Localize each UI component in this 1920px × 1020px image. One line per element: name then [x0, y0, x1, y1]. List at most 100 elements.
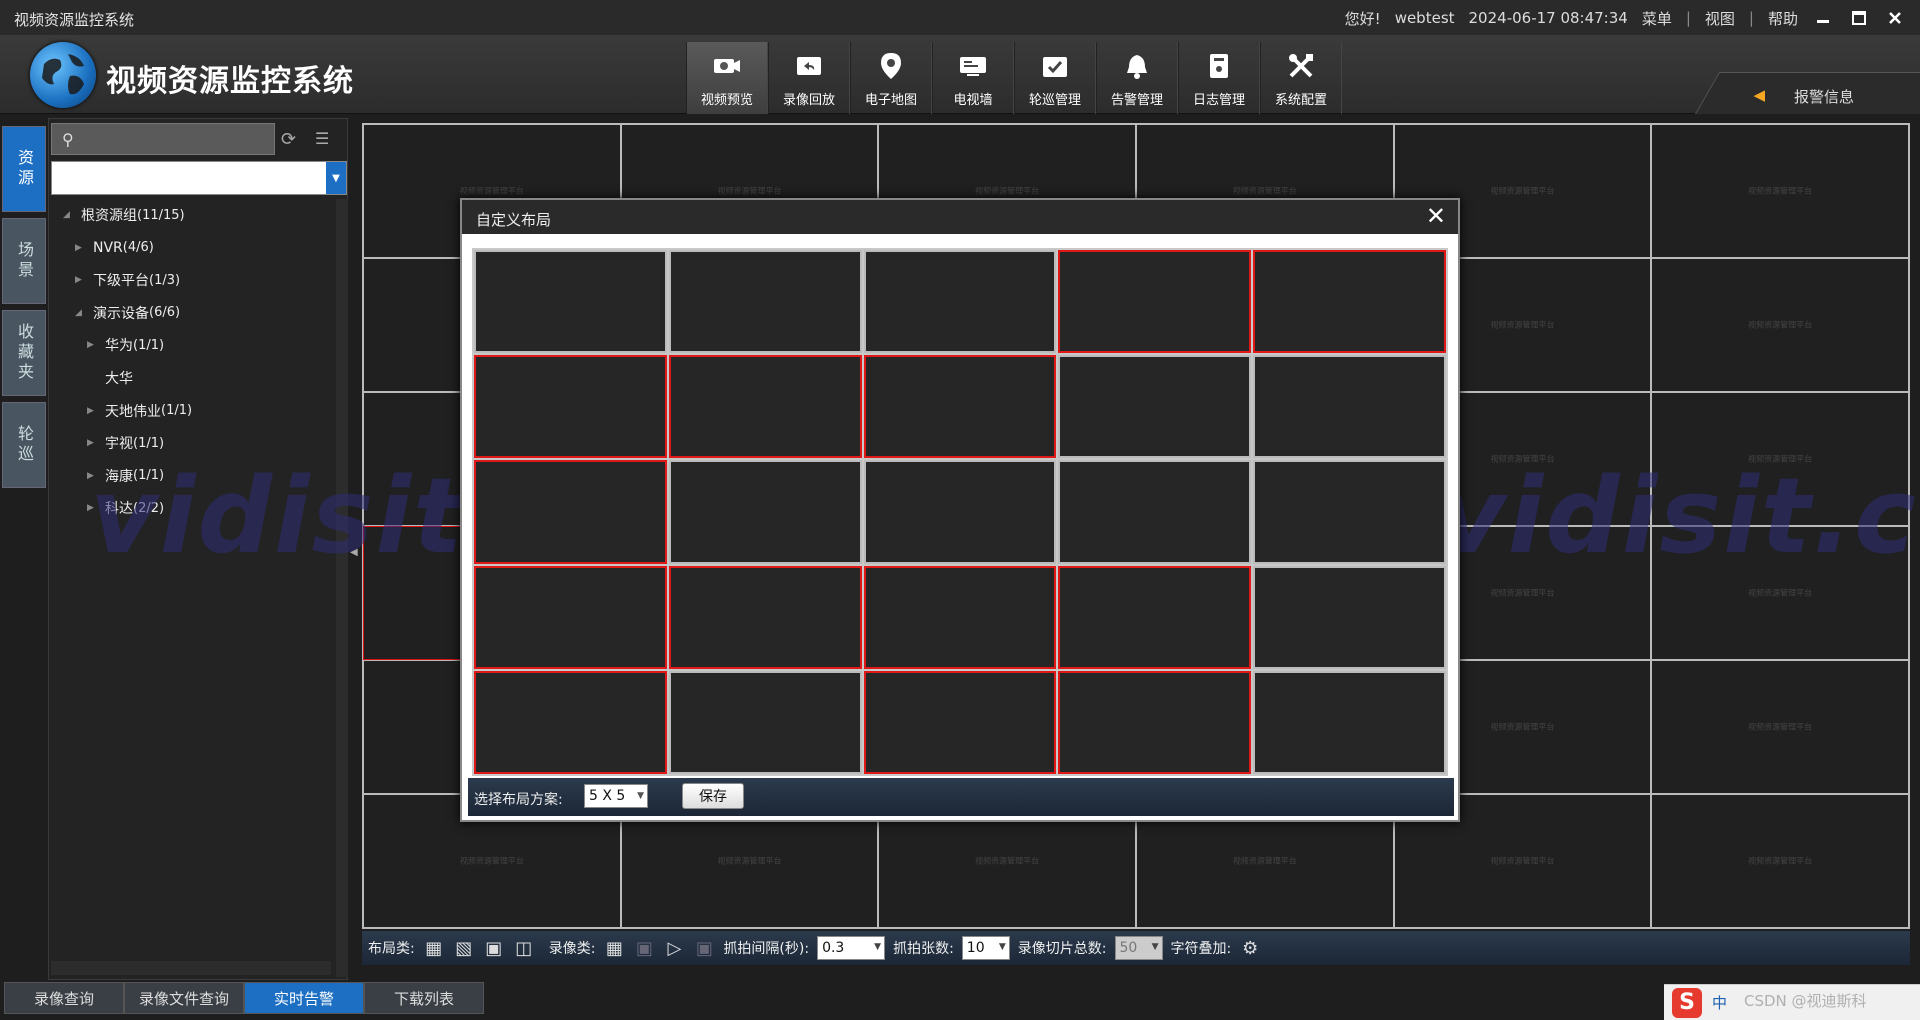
tree-collapsed-icon[interactable]: ▶ [87, 406, 99, 416]
chevron-down-icon[interactable]: ▼ [326, 162, 346, 194]
help-link[interactable]: 帮助 [1768, 8, 1798, 29]
view-link[interactable]: 视图 [1705, 8, 1735, 29]
custom-layout-icon[interactable]: ▧ [453, 937, 475, 959]
layout-cell-selected[interactable] [863, 670, 1057, 774]
tree-collapsed-icon[interactable]: ▶ [87, 438, 99, 448]
video-cell[interactable]: 视频资源管理平台 [1651, 526, 1909, 660]
tree-node[interactable]: ◢ 根资源组 (11/15) [63, 203, 185, 227]
sogou-ime-icon[interactable]: S [1672, 987, 1702, 1018]
app-window: 视频资源监控系统 您好! webtest 2024-06-17 08:47:34… [0, 0, 1920, 1020]
tree-vertical-scrollbar[interactable] [336, 199, 348, 977]
layout-cell-selected[interactable] [1058, 565, 1252, 669]
fullscreen-icon[interactable]: ▣ [483, 937, 505, 959]
group-select[interactable]: ▼ [51, 161, 347, 195]
tree-node-count: (6/6) [149, 305, 181, 321]
layout-cell-selected[interactable] [474, 355, 667, 459]
layout-cell[interactable] [668, 670, 862, 774]
tree-node[interactable]: ◢ 演示设备 (6/6) [75, 301, 180, 325]
tab-patrol[interactable]: 轮巡 [2, 402, 46, 488]
layout-scheme-label: 选择布局方案: [474, 792, 563, 808]
video-cell[interactable]: 视频资源管理平台 [1651, 258, 1909, 392]
layout-cell[interactable] [1253, 355, 1446, 459]
tree-collapsed-icon[interactable]: ▶ [87, 340, 99, 350]
nav-config[interactable]: 系统配置 [1260, 42, 1342, 114]
tree-collapsed-icon[interactable]: ▶ [75, 275, 87, 285]
tree-expanded-icon[interactable]: ◢ [63, 210, 75, 220]
tree-node[interactable]: ▶ NVR (4/6) [75, 236, 154, 260]
tab-scenes[interactable]: 场景 [2, 218, 46, 304]
layout-cell[interactable] [668, 460, 862, 564]
tree-node[interactable]: ▶ 海康 (1/1) [87, 464, 164, 488]
nav-log[interactable]: 日志管理 [1178, 42, 1260, 114]
minimize-icon[interactable] [1812, 7, 1834, 29]
dialog-close-icon[interactable]: ✕ [1426, 202, 1446, 230]
layout-cell[interactable] [1058, 355, 1252, 459]
tree-node-label: 演示设备 [93, 305, 149, 322]
snap-interval-select[interactable]: 0.3 ▼ [817, 936, 886, 960]
split-layout-icon[interactable]: ◫ [513, 937, 535, 959]
layout-cell-selected[interactable] [474, 565, 667, 669]
layout-cell[interactable] [1253, 670, 1446, 774]
tree-node[interactable]: ▶ 宇视 (1/1) [87, 431, 164, 455]
layout-cell-selected[interactable] [668, 355, 862, 459]
tab-resources[interactable]: 资源 [2, 126, 46, 212]
layout-cell[interactable] [474, 250, 667, 354]
layout-cell[interactable] [1253, 565, 1446, 669]
tab-record-query[interactable]: 录像查询 [4, 982, 124, 1014]
save-button[interactable]: 保存 [682, 783, 744, 809]
layout-cell-selected[interactable] [863, 565, 1057, 669]
grid-layout-icon[interactable]: ▦ [423, 937, 445, 959]
tab-realtime-alarm[interactable]: 实时告警 [244, 982, 364, 1014]
nav-tv-wall[interactable]: 电视墙 [932, 42, 1014, 114]
layout-scheme-select[interactable]: 5 X 5 ▼ [584, 784, 648, 808]
tree-expanded-icon[interactable]: ◢ [75, 308, 87, 318]
tree-node[interactable]: ▶ 华为 (1/1) [87, 333, 164, 357]
maximize-icon[interactable] [1848, 7, 1870, 29]
tree-collapsed-icon[interactable]: ▶ [75, 243, 87, 253]
close-icon[interactable] [1884, 7, 1906, 29]
collapse-panel-icon[interactable]: ◀ [350, 547, 358, 558]
ime-lang[interactable]: 中 [1712, 992, 1727, 1013]
list-icon[interactable]: ☰ [315, 129, 329, 148]
layout-cell[interactable] [863, 250, 1057, 354]
layout-cell[interactable] [1253, 460, 1446, 564]
tree-collapsed-icon[interactable]: ▶ [87, 471, 99, 481]
alarm-info-label[interactable]: 报警信息 [1794, 86, 1854, 107]
snap-count-select[interactable]: 10 ▼ [961, 936, 1010, 960]
tree-horizontal-scrollbar[interactable] [51, 961, 331, 975]
search-input[interactable]: ⚲ [51, 123, 275, 155]
refresh-icon[interactable]: ⟳ [281, 129, 296, 150]
video-cell[interactable]: 视频资源管理平台 [1651, 124, 1909, 258]
nav-alarm[interactable]: 告警管理 [1096, 42, 1178, 114]
video-cell[interactable]: 视频资源管理平台 [1651, 660, 1909, 794]
nav-video-preview[interactable]: 视频预览 [686, 42, 768, 114]
record-export-icon[interactable]: ▷ [663, 937, 685, 959]
layout-cell-selected[interactable] [863, 355, 1057, 459]
tab-download-list[interactable]: 下载列表 [364, 982, 484, 1014]
layout-cell-selected[interactable] [1058, 670, 1252, 774]
layout-cell-selected[interactable] [668, 565, 862, 669]
record-start-icon[interactable]: ▦ [603, 937, 625, 959]
video-cell[interactable]: 视频资源管理平台 [1651, 392, 1909, 526]
tree-collapsed-icon[interactable]: ▶ [87, 503, 99, 513]
tree-node[interactable]: ▶ 科达 (2/2) [87, 496, 164, 520]
gear-icon[interactable]: ⚙ [1239, 937, 1261, 959]
layout-cell-selected[interactable] [474, 460, 667, 564]
tab-record-file-query[interactable]: 录像文件查询 [124, 982, 244, 1014]
layout-cell-selected[interactable] [1253, 250, 1446, 354]
nav-emap[interactable]: 电子地图 [850, 42, 932, 114]
menu-link[interactable]: 菜单 [1642, 8, 1672, 29]
layout-cell-selected[interactable] [474, 670, 667, 774]
layout-cell[interactable] [1058, 460, 1252, 564]
nav-patrol[interactable]: 轮巡管理 [1014, 42, 1096, 114]
video-cell[interactable]: 视频资源管理平台 [1651, 794, 1909, 928]
tab-favorites[interactable]: 收藏夹 [2, 310, 46, 396]
nav-label: 电子地图 [864, 93, 917, 108]
nav-playback[interactable]: 录像回放 [768, 42, 850, 114]
layout-cell[interactable] [863, 460, 1057, 564]
layout-cell[interactable] [668, 250, 862, 354]
tree-node[interactable]: 大华 [87, 366, 133, 390]
tree-node[interactable]: ▶ 下级平台 (1/3) [75, 268, 180, 292]
tree-node[interactable]: ▶ 天地伟业 (1/1) [87, 399, 192, 423]
layout-cell-selected[interactable] [1058, 250, 1252, 354]
